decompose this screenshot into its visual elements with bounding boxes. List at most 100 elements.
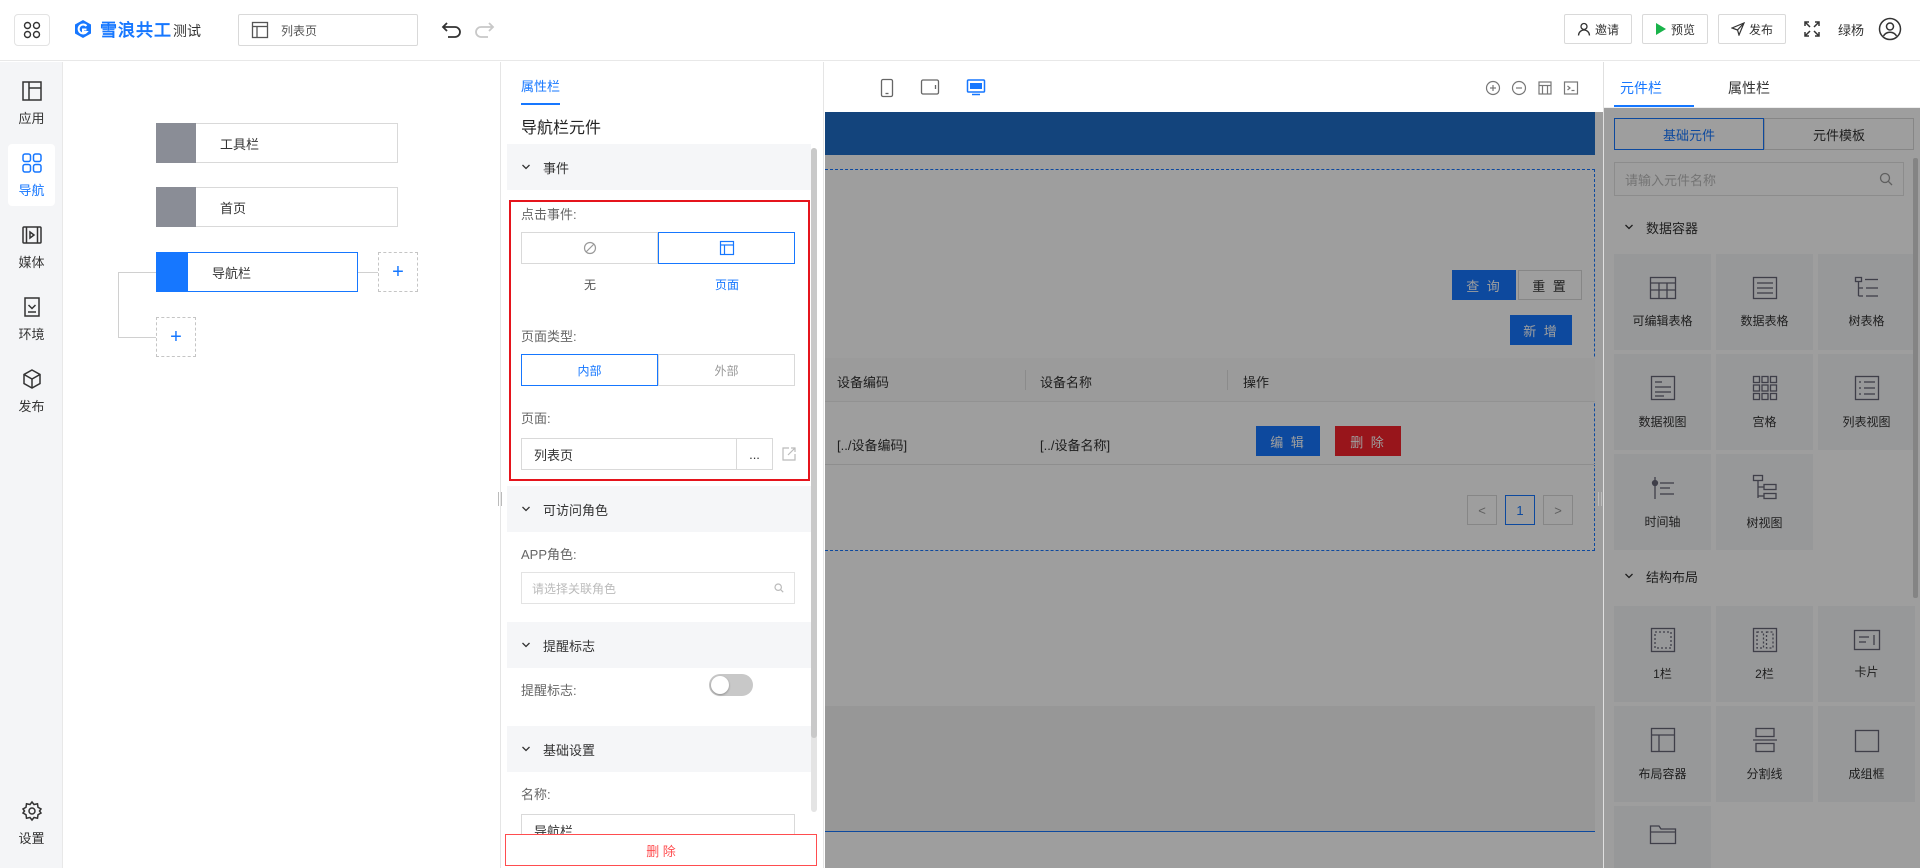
preview-button[interactable]: 预览 — [1641, 14, 1708, 44]
tab-properties-right[interactable]: 属性栏 — [1728, 78, 1770, 98]
section-event[interactable]: 事件 — [507, 144, 811, 190]
tile-list-view[interactable]: 列表视图 — [1818, 354, 1915, 450]
tile-data-view[interactable]: 数据视图 — [1614, 354, 1711, 450]
page-type-external[interactable]: 外部 — [658, 354, 795, 386]
component-type-switch: 基础元件 元件模板 — [1614, 118, 1914, 150]
nav-item-label: 应用 — [18, 110, 45, 126]
add-child-button[interactable]: + — [156, 317, 196, 357]
add-button[interactable]: 新 增 — [1510, 315, 1572, 345]
navbar-preview[interactable] — [825, 112, 1595, 155]
remind-toggle[interactable] — [709, 674, 753, 696]
fullscreen-icon[interactable] — [1802, 19, 1822, 39]
nav-item-settings[interactable]: 设置 — [8, 792, 55, 854]
undo-button[interactable] — [440, 18, 464, 40]
component-panel-tabs: 元件栏 属性栏 — [1604, 62, 1920, 108]
delete-component-button[interactable]: 删 除 — [505, 834, 817, 866]
tile-label: 数据表格 — [1740, 313, 1789, 328]
section-basic[interactable]: 基础设置 — [507, 726, 811, 772]
scrollbar-thumb[interactable] — [811, 148, 817, 738]
card-icon — [1853, 629, 1880, 650]
page-picker[interactable]: 列表页 ... — [521, 438, 773, 470]
publish-button[interactable]: 发布 — [1717, 14, 1786, 44]
resize-handle[interactable] — [1598, 492, 1602, 506]
phone-icon[interactable] — [880, 78, 894, 98]
component-search-input[interactable]: 请输入元件名称 — [1614, 162, 1904, 196]
tile-editable-table[interactable]: 可编辑表格 — [1614, 254, 1711, 350]
nav-item-app[interactable]: 应用 — [8, 72, 55, 134]
tile-label: 成组框 — [1848, 766, 1885, 781]
page-selector[interactable]: 列表页 — [238, 14, 418, 46]
zoom-controls — [1485, 80, 1579, 96]
delete-row-button[interactable]: 删 除 — [1335, 426, 1401, 456]
section-remind[interactable]: 提醒标志 — [507, 622, 811, 668]
component-panel-scrollbar[interactable] — [1913, 158, 1918, 598]
tile-label: 宫格 — [1752, 414, 1777, 429]
chevron-down-icon — [1625, 573, 1633, 579]
page-type-label: 页面类型: — [521, 329, 577, 344]
terminal-icon[interactable] — [1563, 80, 1579, 96]
app-role-select[interactable]: 请选择关联角色 — [521, 572, 795, 604]
query-button[interactable]: 查 询 — [1452, 270, 1516, 300]
tile-tree-view[interactable]: 树视图 — [1716, 454, 1813, 550]
tree-view-icon — [1752, 474, 1777, 499]
nav-item-navigation[interactable]: 导航 — [8, 144, 55, 206]
nav-item-media[interactable]: 媒体 — [8, 216, 55, 278]
tile-grid[interactable]: 宫格 — [1716, 354, 1813, 450]
page-picker-more-button[interactable]: ... — [736, 439, 772, 469]
pagination-prev[interactable]: < — [1467, 495, 1497, 525]
add-sibling-button[interactable]: + — [378, 252, 418, 292]
page-type-internal[interactable]: 内部 — [521, 354, 658, 386]
name-input[interactable]: 导航栏 — [521, 814, 795, 836]
tile-layout-container[interactable]: 布局容器 — [1614, 706, 1711, 802]
frame-icon[interactable] — [1537, 80, 1553, 96]
section-roles[interactable]: 可访问角色 — [507, 486, 811, 532]
tile-group-box[interactable]: 成组框 — [1818, 706, 1915, 802]
segment-component-templates[interactable]: 元件模板 — [1764, 118, 1914, 150]
section-title: 提醒标志 — [543, 638, 596, 654]
edit-button[interactable]: 编 辑 — [1256, 426, 1320, 456]
reset-button[interactable]: 重 置 — [1518, 270, 1582, 300]
zoom-out-icon[interactable] — [1511, 80, 1527, 96]
segment-basic-components[interactable]: 基础元件 — [1614, 118, 1764, 150]
pagination-next[interactable]: > — [1543, 495, 1573, 525]
redo-button[interactable] — [472, 18, 496, 40]
group-data-container[interactable]: 数据容器 — [1614, 207, 1908, 247]
tile-divider[interactable]: 分割线 — [1716, 706, 1813, 802]
external-link-icon[interactable] — [781, 446, 797, 462]
invite-label: 邀请 — [1594, 22, 1619, 37]
tile-one-column[interactable]: 1栏 — [1614, 606, 1711, 702]
nav-item-publish[interactable]: 发布 — [8, 360, 55, 422]
tile-card[interactable]: 卡片 — [1818, 606, 1915, 702]
click-event-none[interactable] — [521, 232, 658, 264]
navigation-tree: 工具栏 首页 导航栏 + + — [64, 62, 500, 868]
resize-handle[interactable] — [498, 492, 502, 506]
tab-properties[interactable]: 属性栏 — [521, 76, 561, 105]
avatar-icon[interactable] — [1878, 17, 1902, 41]
tree-node-toolbar[interactable]: 工具栏 — [156, 122, 398, 163]
tree-node-home[interactable]: 首页 — [156, 186, 398, 227]
tile-label: 树表格 — [1848, 313, 1885, 328]
tile-more[interactable] — [1614, 806, 1711, 868]
nav-item-label: 媒体 — [18, 254, 45, 270]
click-event-page[interactable] — [658, 232, 795, 264]
zoom-in-icon[interactable] — [1485, 80, 1501, 96]
tile-tree-table[interactable]: 树表格 — [1818, 254, 1915, 350]
apps-menu-button[interactable] — [14, 14, 50, 46]
top-bar: 雪浪共工 测试 列表页 邀请 预览 发布 绿杨 — [0, 0, 1920, 61]
invite-button[interactable]: 邀请 — [1563, 14, 1632, 44]
column-divider — [1025, 370, 1026, 390]
tablet-icon[interactable] — [920, 78, 940, 96]
nav-item-environment[interactable]: 环境 — [8, 288, 55, 350]
pagination-page-1[interactable]: 1 — [1505, 495, 1535, 525]
one-column-icon — [1650, 627, 1675, 652]
panel-scrollbar[interactable] — [811, 148, 817, 812]
tile-two-column[interactable]: 2栏 — [1716, 606, 1813, 702]
tree-node-navbar[interactable]: 导航栏 — [156, 251, 358, 292]
toggle-knob — [711, 676, 729, 694]
desktop-icon[interactable] — [966, 78, 986, 96]
tab-components[interactable]: 元件栏 — [1620, 78, 1662, 98]
group-layout[interactable]: 结构布局 — [1614, 556, 1908, 596]
tile-data-table[interactable]: 数据表格 — [1716, 254, 1813, 350]
username[interactable]: 绿杨 — [1838, 20, 1864, 39]
tile-timeline[interactable]: 时间轴 — [1614, 454, 1711, 550]
